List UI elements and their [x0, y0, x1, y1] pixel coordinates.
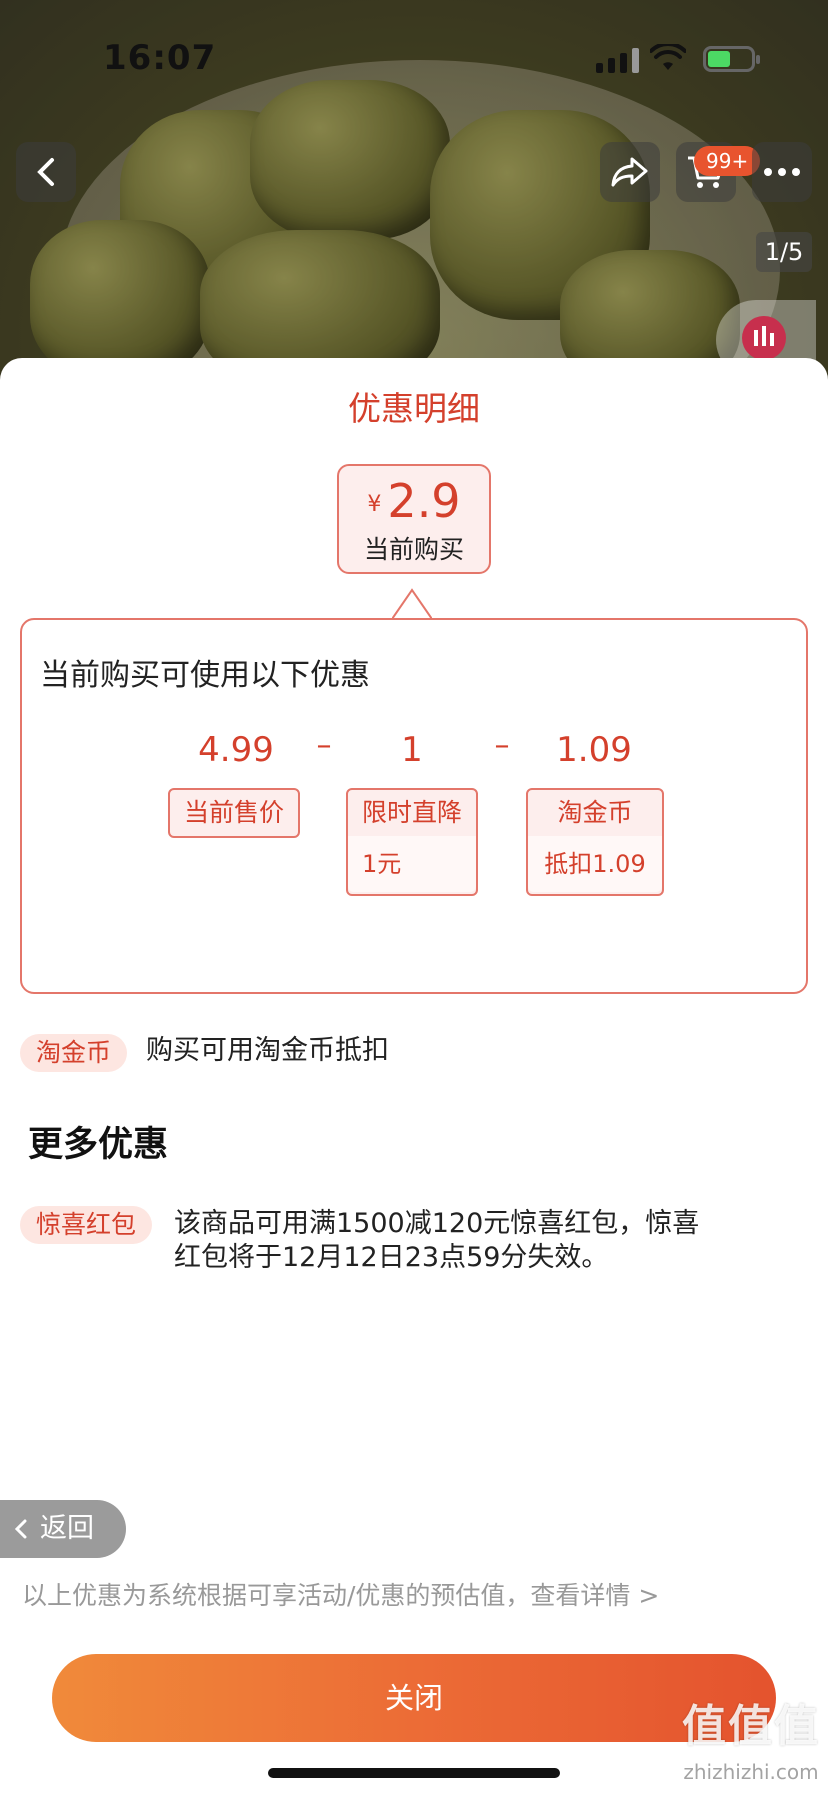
share-button[interactable]	[600, 142, 660, 202]
return-button[interactable]: 返回	[0, 1500, 126, 1558]
panel-caret	[392, 588, 432, 620]
disclaimer-link[interactable]: 以上优惠为系统根据可享活动/优惠的预估值，查看详情 >	[22, 1576, 659, 1612]
current-price-box: ¥2.9 当前购买	[337, 464, 491, 574]
calc-value-coin-deduction: 1.09	[556, 730, 632, 770]
more-dots-icon	[764, 168, 800, 176]
tag-coin-deduction: 淘金币 抵扣1.09	[526, 788, 664, 896]
tag-detail: 1元	[348, 836, 476, 892]
tag-detail: 抵扣1.09	[528, 836, 662, 892]
back-button[interactable]	[16, 142, 76, 202]
panel-heading: 当前购买可使用以下优惠	[40, 658, 370, 693]
currency-symbol: ¥	[367, 492, 382, 517]
chevron-left-icon	[37, 158, 54, 186]
tag-label: 限时直降	[361, 798, 462, 827]
calc-value-flash-discount: 1	[401, 730, 423, 770]
tag-label: 当前售价	[183, 798, 284, 827]
more-button[interactable]	[752, 142, 812, 202]
cart-badge: 99+	[694, 146, 761, 176]
current-price-label: 当前购买	[363, 535, 464, 564]
signal-icon	[596, 48, 639, 73]
calc-minus-operator: –	[316, 728, 332, 763]
watermark-url: zhizhizhi.com	[683, 1760, 819, 1784]
current-price-amount: 2.9	[387, 474, 461, 528]
battery-icon	[703, 46, 760, 72]
share-icon	[611, 157, 648, 187]
calc-minus-operator: –	[494, 728, 510, 763]
coin-tag: 淘金币	[20, 1034, 128, 1072]
status-bar: 16:07	[0, 0, 828, 120]
sheet-title: 优惠明细	[348, 389, 480, 428]
status-time: 16:07	[103, 38, 217, 78]
surprise-row-line1: 该商品可用满1500减120元惊喜红包，惊喜	[174, 1208, 700, 1239]
discount-panel: 当前购买可使用以下优惠 4.99 – 1 – 1.09 当前售价 限时直降 1元…	[20, 618, 808, 994]
current-price: ¥2.9	[339, 474, 489, 528]
watermark: 值值值 zhizhizhi.com	[682, 1690, 820, 1784]
wifi-icon	[650, 44, 686, 70]
calc-value-original-price: 4.99	[198, 730, 274, 770]
surprise-row-line2: 红包将于12月12日23点59分失效。	[174, 1242, 609, 1273]
home-indicator[interactable]	[268, 1768, 560, 1778]
coin-row-text: 购买可用淘金币抵扣	[146, 1035, 389, 1066]
watermark-logo: 值值值	[682, 1701, 820, 1752]
tag-flash-discount: 限时直降 1元	[346, 788, 478, 896]
chevron-left-icon	[14, 1519, 27, 1539]
tag-label: 淘金币	[557, 798, 633, 827]
surprise-redpacket-tag: 惊喜红包	[20, 1206, 153, 1244]
return-label: 返回	[40, 1513, 94, 1544]
close-button[interactable]: 关闭	[52, 1654, 776, 1742]
more-discounts-title: 更多优惠	[28, 1125, 169, 1165]
tag-original-price: 当前售价	[168, 788, 300, 838]
bar-chart-icon	[742, 316, 786, 360]
image-page-indicator: 1/5	[756, 232, 812, 272]
